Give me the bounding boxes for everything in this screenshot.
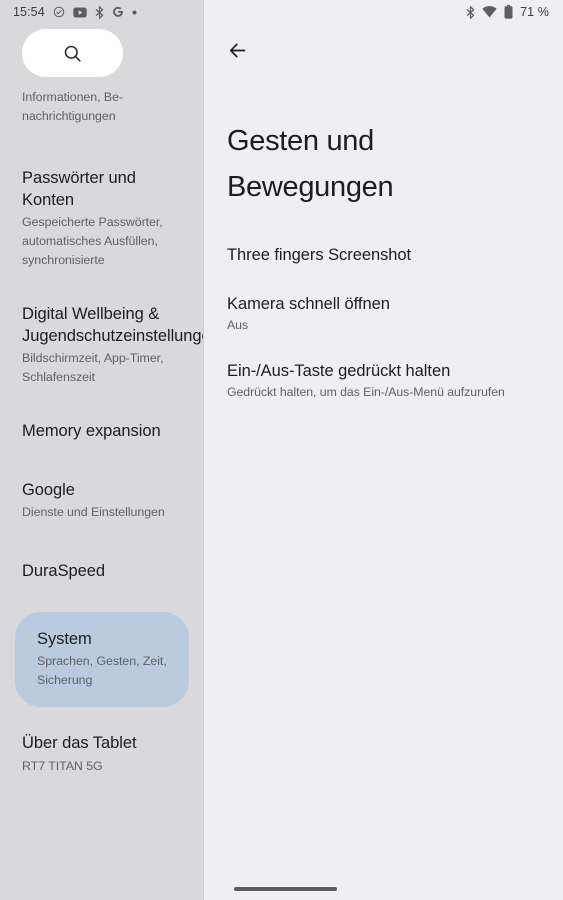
status-bar-left: 15:54 bbox=[0, 0, 204, 24]
sidebar-item-subtitle: Gespeicherte Passwörter, automatisches A… bbox=[22, 215, 163, 267]
battery-percentage: 71 % bbox=[520, 5, 549, 19]
sidebar-item-title: DuraSpeed bbox=[22, 562, 106, 580]
sidebar-item-passwords-accounts[interactable]: Passwörter und Konten Gespeicherte Passw… bbox=[0, 158, 204, 280]
sidebar-item-title: Google bbox=[22, 480, 75, 499]
sidebar-item-memory-expansion[interactable]: Memory expansion bbox=[0, 411, 204, 453]
sidebar-item-title: Passwörter und Konten bbox=[22, 169, 136, 209]
check-circle-icon bbox=[53, 6, 65, 18]
preference-title: Ein-/Aus-Taste gedrückt halten bbox=[227, 362, 451, 380]
back-arrow-icon[interactable] bbox=[220, 33, 254, 67]
sidebar-item-title: Digital Wellbeing & Jugendschutzeinstell… bbox=[22, 305, 204, 345]
sidebar-item-duraspeed[interactable]: DuraSpeed bbox=[0, 551, 204, 593]
youtube-icon bbox=[73, 7, 87, 18]
sidebar-item-subtitle: Dienste und Einstellungen bbox=[22, 505, 165, 519]
sidebar-item-subtitle-line2: nachrichtigungen bbox=[22, 109, 116, 123]
sidebar-item-title: System bbox=[37, 629, 92, 648]
page-title: Gesten und Bewegungen bbox=[227, 125, 394, 203]
sidebar-item-subtitle: Sprachen, Gesten, Zeit, Sicherung bbox=[37, 654, 167, 687]
sidebar-item-system[interactable]: System Sprachen, Gesten, Zeit, Sicherung bbox=[0, 611, 204, 707]
settings-detail-panel: 71 % Gesten und Bewegungen Three fingers… bbox=[204, 0, 563, 900]
wifi-icon bbox=[482, 6, 497, 18]
sidebar-item-subtitle: Informationen, Be- nachrichtigungen bbox=[22, 88, 182, 126]
sidebar-item-about-tablet[interactable]: Über das Tablet RT7 TITAN 5G bbox=[0, 723, 204, 786]
sidebar-item-subtitle-line1: Informationen, Be- bbox=[22, 90, 124, 104]
preference-subtitle: Aus bbox=[227, 318, 249, 332]
search-input[interactable] bbox=[22, 29, 123, 77]
preference-list: Three fingers Screenshot Kamera schnell … bbox=[227, 244, 549, 401]
google-icon bbox=[112, 6, 124, 18]
preference-three-fingers-screenshot[interactable]: Three fingers Screenshot bbox=[227, 244, 549, 266]
status-bar-clock: 15:54 bbox=[13, 5, 45, 19]
bluetooth-icon bbox=[466, 5, 475, 19]
dot-icon bbox=[132, 10, 137, 15]
status-bar-right: 71 % bbox=[204, 0, 563, 24]
sidebar-item-title: Memory expansion bbox=[22, 422, 161, 440]
search-icon bbox=[62, 43, 83, 64]
battery-icon bbox=[504, 5, 513, 19]
preference-title: Kamera schnell öffnen bbox=[227, 295, 390, 313]
sidebar-item-google[interactable]: Google Dienste und Einstellungen bbox=[0, 470, 204, 533]
preference-quick-open-camera[interactable]: Kamera schnell öffnen Aus bbox=[227, 293, 549, 334]
settings-sidebar: 15:54 Informationen, Be- nachrichtigunge… bbox=[0, 0, 204, 900]
sidebar-item-title: Über das Tablet bbox=[22, 734, 137, 752]
preference-subtitle: Gedrückt halten, um das Ein-/Aus-Menü au… bbox=[227, 385, 505, 399]
preference-title: Three fingers Screenshot bbox=[227, 246, 412, 264]
sidebar-item-digital-wellbeing[interactable]: Digital Wellbeing & Jugendschutzeinstell… bbox=[0, 294, 204, 397]
preference-press-hold-power-button[interactable]: Ein-/Aus-Taste gedrückt halten Gedrückt … bbox=[227, 360, 549, 401]
home-gesture-bar[interactable] bbox=[234, 887, 337, 891]
sidebar-item-notifications[interactable]: Informationen, Be- nachrichtigungen bbox=[0, 78, 204, 136]
sidebar-item-subtitle: RT7 TITAN 5G bbox=[22, 758, 103, 773]
sidebar-nav-list: Informationen, Be- nachrichtigungen Pass… bbox=[0, 78, 204, 786]
bluetooth-icon bbox=[95, 5, 104, 19]
sidebar-item-subtitle: Bildschirmzeit, App-Timer, Schlafenszeit bbox=[22, 351, 164, 384]
settings-screen: 15:54 Informationen, Be- nachrichtigunge… bbox=[0, 0, 563, 900]
